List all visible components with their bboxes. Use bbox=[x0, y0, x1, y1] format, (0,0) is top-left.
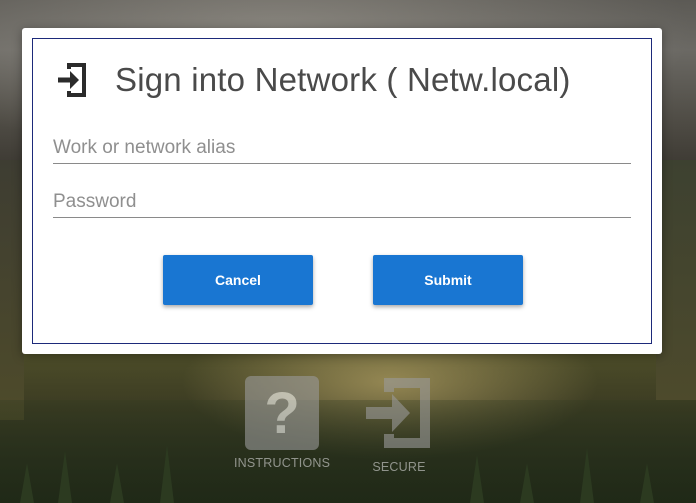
tree bbox=[640, 463, 654, 503]
sign-in-dialog: Sign into Network ( Netw.local) Cancel S… bbox=[22, 28, 662, 354]
tree bbox=[58, 451, 72, 503]
submit-button[interactable]: Submit bbox=[373, 255, 523, 305]
tree bbox=[110, 463, 124, 503]
secure-link[interactable]: SECURE bbox=[362, 376, 436, 474]
question-mark-icon: ? bbox=[245, 376, 320, 450]
dialog-title: Sign into Network ( Netw.local) bbox=[115, 61, 571, 98]
instructions-label: INSTRUCTIONS bbox=[234, 456, 331, 470]
hill-right bbox=[656, 160, 696, 400]
tree bbox=[580, 448, 594, 503]
hill-left bbox=[0, 160, 24, 420]
forest-backdrop bbox=[0, 400, 696, 503]
dialog-header: Sign into Network ( Netw.local) bbox=[55, 57, 571, 103]
tree bbox=[160, 445, 174, 503]
password-input[interactable] bbox=[53, 191, 631, 217]
sign-in-icon bbox=[362, 376, 436, 454]
tree bbox=[470, 455, 484, 503]
alias-input[interactable] bbox=[53, 137, 631, 163]
desktop-background: Sign into Network ( Netw.local) Cancel S… bbox=[0, 0, 696, 503]
cancel-button[interactable]: Cancel bbox=[163, 255, 313, 305]
secure-label: SECURE bbox=[372, 460, 426, 474]
dialog-frame: Sign into Network ( Netw.local) Cancel S… bbox=[32, 38, 652, 344]
alias-field bbox=[53, 137, 631, 164]
tree bbox=[20, 463, 34, 503]
sign-in-icon bbox=[55, 60, 91, 100]
instructions-link[interactable]: ? INSTRUCTIONS bbox=[234, 376, 330, 470]
tree bbox=[520, 463, 534, 503]
password-field bbox=[53, 191, 631, 218]
